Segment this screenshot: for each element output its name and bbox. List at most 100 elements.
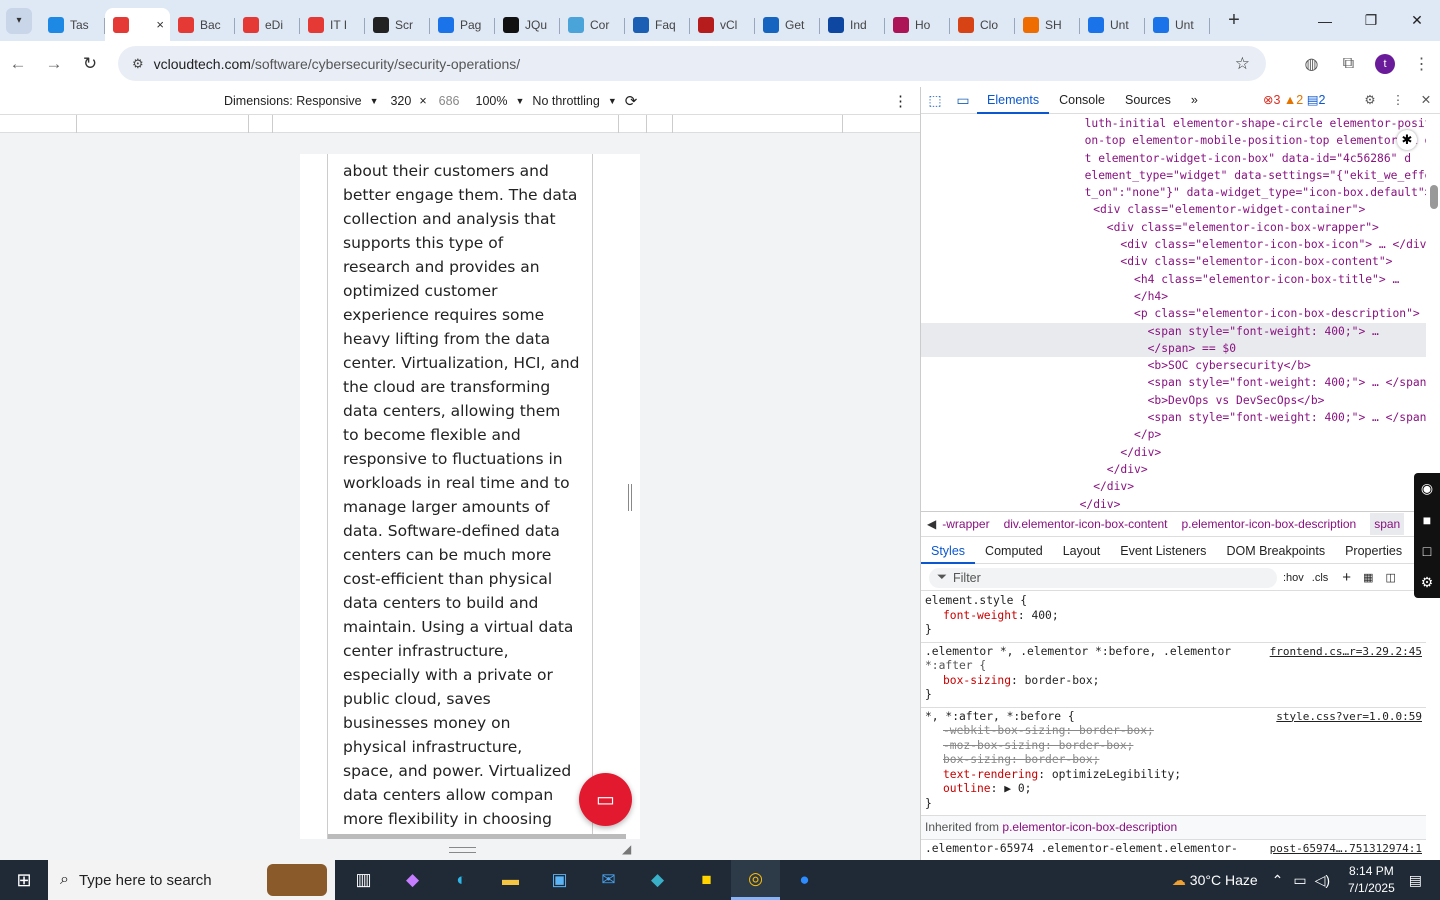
chrome-icon[interactable]: ◎ [731, 860, 780, 900]
property-name[interactable]: outline [943, 782, 991, 795]
browser-tab[interactable]: SH [1015, 9, 1080, 41]
translate-icon[interactable]: ◍ [1293, 54, 1330, 74]
close-devtools-icon[interactable]: ✕ [1412, 87, 1440, 114]
inspect-element-icon[interactable]: ⬚ [921, 92, 949, 109]
tab-sources[interactable]: Sources [1115, 87, 1181, 114]
site-info-icon[interactable]: ⚙ [132, 56, 144, 72]
paint-icon[interactable]: ▦ [1363, 571, 1373, 584]
browser-tab[interactable]: Clo [950, 9, 1015, 41]
style-rule[interactable]: .elementor-65974 .elementor-element.elem… [921, 840, 1426, 861]
subtab-styles[interactable]: Styles [921, 538, 976, 564]
subtab-dom-breakpoints[interactable]: DOM Breakpoints [1216, 538, 1335, 564]
dom-node-line[interactable]: </div> [921, 478, 1426, 495]
browser-tab[interactable]: Ho [885, 9, 950, 41]
extensions-icon[interactable]: ⧉ [1330, 55, 1367, 73]
dropdown-icon[interactable]: ▼ [370, 96, 379, 106]
horizontal-scrollbar[interactable] [328, 834, 626, 839]
throttling-select[interactable]: No throttling [532, 94, 599, 108]
dom-node-line[interactable]: <div class="elementor-icon-box-content"> [921, 253, 1426, 270]
hov-toggle[interactable]: :hov [1283, 572, 1304, 584]
task-view-icon[interactable]: ▥ [339, 860, 388, 900]
bookmark-star-icon[interactable]: ☆ [1235, 54, 1250, 74]
breadcrumb-item[interactable]: span [1370, 513, 1405, 535]
overridden-property[interactable]: -moz-box-sizing: border-box; [925, 739, 1422, 754]
subtab-computed[interactable]: Computed [975, 538, 1053, 564]
dom-node-line[interactable]: <span style="font-weight: 400;"> … [921, 322, 1426, 340]
property-value[interactable]: 400; [1031, 609, 1058, 622]
browser-tab[interactable]: Pag [430, 9, 495, 41]
resize-corner-icon[interactable]: ◢ [622, 842, 631, 856]
device-viewport[interactable]: about their customers and better engage t… [300, 154, 640, 839]
browser-tab[interactable]: Scr [365, 9, 430, 41]
reload-icon[interactable]: ↻ [72, 54, 108, 74]
property-value[interactable]: optimizeLegibility; [1052, 768, 1181, 781]
store-icon[interactable]: ▣ [535, 860, 584, 900]
start-button[interactable]: ⊞ [0, 860, 48, 900]
gear-icon[interactable]: ⚙ [1421, 574, 1434, 591]
devtools-menu-icon[interactable]: ⋮ [1384, 87, 1412, 114]
dom-node-line[interactable]: </p> [921, 426, 1426, 443]
weather-widget[interactable]: ☁ 30°C Haze [1172, 872, 1258, 889]
rotate-icon[interactable]: ⟳ [625, 92, 638, 110]
minimize-icon[interactable]: — [1302, 0, 1348, 41]
styles-filter-input[interactable]: ⏷ Filter [929, 567, 1277, 588]
dom-node-line[interactable]: <div class="elementor-icon-box-icon"> … … [921, 236, 1426, 253]
property-value[interactable]: border-box; [1025, 674, 1100, 687]
dom-node-line[interactable]: <div class="elementor-icon-box-wrapper"> [921, 219, 1426, 236]
dom-node-line[interactable]: <span style="font-weight: 400;"> … </spa… [921, 409, 1426, 426]
volume-icon[interactable]: ◁) [1315, 872, 1330, 889]
property-name[interactable]: font-weight [943, 609, 1018, 622]
breadcrumb-item[interactable]: -wrapper [942, 517, 989, 531]
dropdown-icon[interactable]: ▼ [516, 96, 525, 106]
issue-badges[interactable]: ⊗3 ▲2 ▤2 [1263, 92, 1326, 107]
close-tab-icon[interactable]: × [156, 17, 164, 32]
search-highlight-image[interactable] [267, 864, 327, 896]
chat-button[interactable]: ▭ [579, 773, 632, 826]
edge-icon[interactable]: ◐ [437, 860, 486, 900]
tab-console[interactable]: Console [1049, 87, 1115, 114]
network-icon[interactable]: ▭ [1293, 872, 1306, 889]
property-value[interactable]: ▶ 0; [1004, 782, 1031, 795]
subtab-layout[interactable]: Layout [1053, 538, 1111, 564]
file-explorer-icon[interactable]: ▬ [486, 860, 535, 900]
video-icon[interactable]: ■ [1423, 512, 1431, 528]
new-tab-button[interactable]: + [1220, 9, 1248, 32]
browser-tab[interactable]: Ind [820, 9, 885, 41]
dom-node-line[interactable]: </div> [921, 444, 1426, 461]
dom-node-line[interactable]: luth-initial elementor-shape-circle elem… [921, 115, 1426, 132]
dom-node-line[interactable]: <b>DevOps vs DevSecOps</b> [921, 392, 1426, 409]
dom-node-line[interactable]: </div> [921, 496, 1426, 510]
zoom-select[interactable]: 100% [476, 94, 508, 108]
more-tabs-icon[interactable]: » [1181, 87, 1208, 114]
device-toggle-icon[interactable]: ▭ [949, 92, 977, 109]
dropdown-icon[interactable]: ▼ [608, 96, 617, 106]
dom-scrollbar[interactable] [1430, 185, 1438, 209]
inherited-element-link[interactable]: p.elementor-icon-box-description [1002, 820, 1177, 834]
sidebar-toggle-icon[interactable]: ◫ [1385, 571, 1395, 584]
width-input[interactable]: 320 [386, 91, 416, 110]
dom-node-line[interactable]: element_type="widget" data-settings="{"e… [921, 167, 1426, 184]
dom-node-line[interactable]: <b>SOC cybersecurity</b> [921, 357, 1426, 374]
subtab-event-listeners[interactable]: Event Listeners [1110, 538, 1216, 564]
dom-node-line[interactable]: t elementor-widget-icon-box" data-id="4c… [921, 150, 1426, 167]
style-rule[interactable]: element.style { font-weight: 400; } [921, 592, 1426, 643]
rule-source-link[interactable]: post-65974….751312974:1 [1270, 842, 1422, 857]
menu-icon[interactable]: ⋮ [1403, 54, 1440, 74]
media-query-ruler[interactable] [0, 115, 920, 133]
taskbar-search[interactable]: ⌕ Type here to search [48, 860, 335, 900]
browser-tab[interactable]: JQu [495, 9, 560, 41]
dom-node-line[interactable]: on-top elementor-mobile-position-top ele… [921, 132, 1426, 149]
settings-icon[interactable]: ⚙ [1356, 87, 1384, 114]
browser-tab[interactable]: Faq [625, 9, 690, 41]
overridden-property[interactable]: -webkit-box-sizing: border-box; [925, 724, 1422, 739]
close-window-icon[interactable]: ✕ [1394, 0, 1440, 41]
window-icon[interactable]: □ [1423, 543, 1431, 559]
browser-tab[interactable]: Unt [1145, 9, 1210, 41]
rule-source-link[interactable]: frontend.cs…r=3.29.2:45 [1270, 645, 1422, 660]
dom-node-line[interactable]: <div class="elementor-widget-container"> [921, 201, 1426, 218]
cls-toggle[interactable]: .cls [1312, 572, 1329, 584]
address-bar[interactable]: ⚙ vcloudtech.com/software/cybersecurity/… [118, 46, 1266, 81]
browser-tab[interactable]: Get [755, 9, 820, 41]
dom-node-line[interactable]: </span> == $0 [921, 339, 1426, 358]
sticky-notes-icon[interactable]: ■ [682, 860, 731, 900]
